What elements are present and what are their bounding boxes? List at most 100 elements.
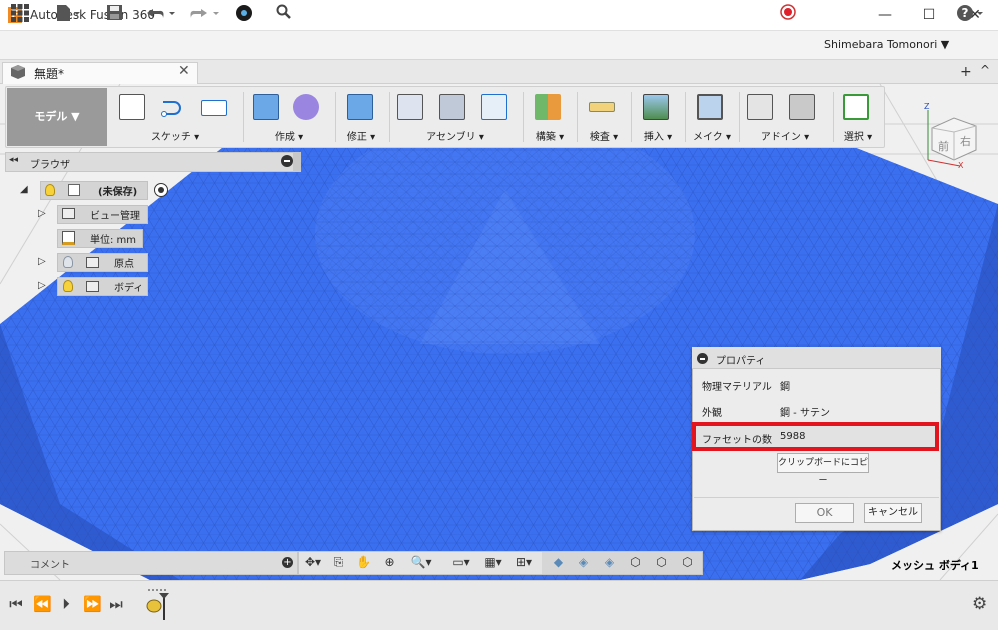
create-group[interactable]: 作成 ▾ bbox=[247, 88, 331, 146]
redo-icon[interactable] bbox=[188, 4, 222, 25]
document-tab[interactable] bbox=[2, 62, 198, 84]
folder-icon bbox=[86, 281, 99, 292]
add-tab-icon[interactable]: + bbox=[960, 64, 972, 80]
property-label: 物理マテリアル bbox=[702, 382, 772, 393]
make-group-label: メイク ▾ bbox=[693, 132, 731, 143]
zoom-icon[interactable]: ⊕ bbox=[381, 554, 398, 571]
file-menu-icon[interactable] bbox=[54, 4, 82, 25]
comment-label: コメント bbox=[30, 560, 70, 571]
create-sketch-icon[interactable] bbox=[119, 94, 145, 120]
pan-hand-icon[interactable]: ✋ bbox=[355, 554, 372, 571]
cube-outline-icon[interactable]: ⬡ bbox=[679, 554, 696, 571]
ribbon-divider bbox=[631, 92, 632, 142]
data-panel-grid-icon[interactable] bbox=[10, 4, 30, 25]
collapse-root-icon[interactable]: ◢ bbox=[20, 184, 28, 195]
property-label: 外観 bbox=[702, 408, 722, 419]
new-component-icon[interactable] bbox=[397, 94, 423, 120]
make-group[interactable]: メイク ▾ bbox=[687, 88, 737, 146]
fit-zoom-icon[interactable]: 🔍▾ bbox=[406, 554, 436, 571]
browser-item-label: 単位: mm bbox=[90, 235, 137, 246]
activate-radio-icon[interactable] bbox=[154, 183, 168, 197]
grid-settings-icon[interactable]: ▦▾ bbox=[479, 554, 507, 571]
svg-text:?: ? bbox=[962, 6, 969, 20]
extrude-icon[interactable] bbox=[253, 94, 279, 120]
collapse-dialog-icon[interactable] bbox=[697, 353, 708, 364]
look-at-icon[interactable]: ⎘ bbox=[330, 554, 347, 571]
app-title: Autodesk Fusion 360 bbox=[30, 8, 155, 22]
construct-group[interactable]: 構築 ▾ bbox=[525, 88, 575, 146]
wireframe-filter-icon[interactable]: ⬡ bbox=[627, 554, 644, 571]
copy-to-clipboard-button[interactable]: クリップボードにコピー bbox=[777, 453, 869, 486]
ribbon-divider bbox=[243, 92, 244, 142]
visibility-bulb-icon[interactable] bbox=[45, 184, 55, 196]
insert-image-icon[interactable] bbox=[643, 94, 669, 120]
step-forward-icon[interactable]: ⏩ bbox=[83, 595, 102, 613]
insert-group[interactable]: 挿入 ▾ bbox=[633, 88, 683, 146]
collapse-browser-icon[interactable]: ◂◂ bbox=[9, 155, 18, 165]
ribbon-divider bbox=[739, 92, 740, 142]
expand-arrow-icon[interactable]: ▷ bbox=[38, 208, 46, 219]
play-icon[interactable]: ⏵ bbox=[58, 595, 74, 613]
motion-study-icon[interactable] bbox=[481, 94, 507, 120]
close-tab-icon[interactable]: ✕ bbox=[178, 63, 190, 79]
go-to-start-icon[interactable]: ⏮ bbox=[8, 595, 24, 613]
select-icon[interactable] bbox=[843, 94, 869, 120]
inspect-group-label: 検査 ▾ bbox=[589, 132, 619, 143]
body-filter-icon[interactable]: ◆ bbox=[550, 554, 567, 571]
save-icon[interactable] bbox=[104, 4, 124, 25]
scripts-icon[interactable] bbox=[747, 94, 773, 120]
properties-title: プロパティ bbox=[716, 356, 766, 367]
search-icon[interactable] bbox=[274, 4, 294, 25]
offset-plane-icon[interactable] bbox=[535, 94, 561, 120]
outline-filter-icon[interactable]: ⬡ bbox=[653, 554, 670, 571]
display-settings-icon[interactable]: ▭▾ bbox=[447, 554, 475, 571]
viewports-icon[interactable]: ⊞▾ bbox=[510, 554, 538, 571]
form-sphere-icon[interactable] bbox=[293, 94, 319, 120]
visibility-bulb-off-icon[interactable] bbox=[63, 256, 73, 268]
browser-item-label: ビュー管理 bbox=[90, 211, 140, 222]
viewcube[interactable]: Z X 前 右 bbox=[920, 100, 990, 170]
rectangle-icon[interactable] bbox=[201, 100, 227, 116]
orbit-icon[interactable]: ✥▾ bbox=[301, 554, 325, 571]
user-account-menu[interactable]: Shimebara Tomonori ▼ bbox=[824, 38, 949, 51]
joint-icon[interactable] bbox=[439, 94, 465, 120]
press-pull-icon[interactable] bbox=[347, 94, 373, 120]
ribbon-divider bbox=[577, 92, 578, 142]
browser-minimize-icon[interactable] bbox=[281, 155, 293, 167]
help-icon[interactable]: ? bbox=[956, 4, 986, 25]
cancel-button[interactable]: キャンセル bbox=[864, 503, 922, 523]
property-value: 鋼 bbox=[780, 382, 790, 393]
face-filter-icon[interactable]: ◈ bbox=[575, 554, 592, 571]
job-status-icon[interactable] bbox=[234, 4, 254, 25]
create-group-label: 作成 ▾ bbox=[274, 132, 304, 143]
go-to-end-icon[interactable]: ⏭ bbox=[108, 595, 124, 613]
sketch-group[interactable]: スケッチ ▾ bbox=[113, 88, 237, 146]
inspect-group[interactable]: 検査 ▾ bbox=[579, 88, 629, 146]
expand-up-icon[interactable]: ^ bbox=[980, 63, 990, 77]
app-store-icon[interactable] bbox=[789, 94, 815, 120]
select-group[interactable]: 選択 ▾ bbox=[835, 88, 881, 146]
modify-group[interactable]: 修正 ▾ bbox=[337, 88, 385, 146]
edge-filter-icon[interactable]: ◈ bbox=[601, 554, 618, 571]
3d-print-icon[interactable] bbox=[697, 94, 723, 120]
undo-icon[interactable] bbox=[144, 4, 178, 25]
expand-arrow-icon[interactable]: ▷ bbox=[38, 280, 46, 291]
maximize-icon[interactable]: ☐ bbox=[918, 4, 940, 26]
record-icon[interactable] bbox=[778, 4, 798, 25]
step-back-icon[interactable]: ⏪ bbox=[33, 595, 52, 613]
measure-icon[interactable] bbox=[589, 102, 615, 112]
timeline-settings-gear-icon[interactable]: ⚙ bbox=[972, 594, 987, 614]
addins-group[interactable]: アドイン ▾ bbox=[741, 88, 829, 146]
ok-button[interactable]: OK bbox=[795, 503, 854, 523]
folder-icon bbox=[62, 208, 75, 219]
timeline-feature-mesh[interactable] bbox=[144, 588, 172, 622]
assemble-group[interactable]: アセンブリ ▾ bbox=[391, 88, 519, 146]
browser-resize-handle[interactable] bbox=[293, 152, 301, 172]
workspace-switcher[interactable]: モデル ▼ bbox=[7, 88, 107, 146]
line-icon[interactable] bbox=[160, 94, 186, 120]
add-comment-icon[interactable]: + bbox=[282, 557, 293, 568]
expand-arrow-icon[interactable]: ▷ bbox=[38, 256, 46, 267]
folder-icon bbox=[86, 257, 99, 268]
visibility-bulb-icon[interactable] bbox=[63, 280, 73, 292]
minimize-icon[interactable]: — bbox=[874, 4, 896, 26]
